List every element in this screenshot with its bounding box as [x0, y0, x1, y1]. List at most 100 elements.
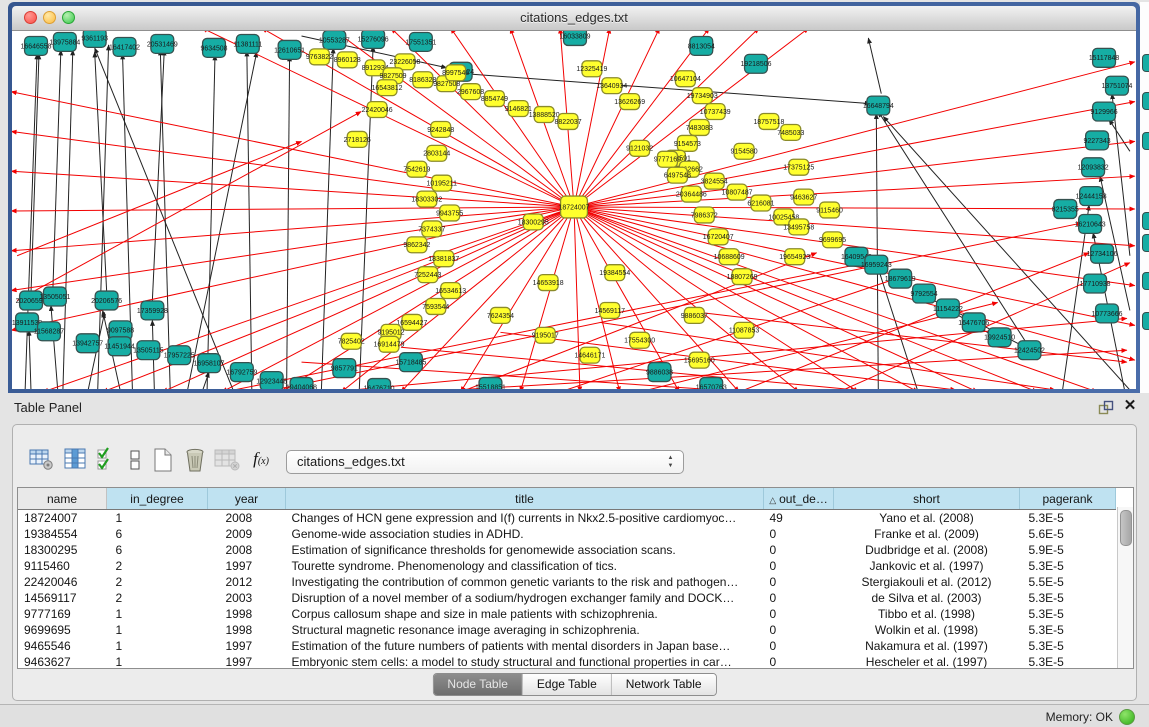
network-node[interactable]: 18807269	[727, 269, 758, 285]
table-cell[interactable]: 14569117	[18, 590, 107, 606]
network-node[interactable]	[1142, 212, 1149, 230]
network-node[interactable]	[1142, 54, 1149, 72]
table-cell[interactable]: 0	[764, 558, 834, 574]
network-node[interactable]: 8997546	[442, 65, 469, 81]
network-edge[interactable]	[63, 50, 73, 389]
table-cell[interactable]: Tibbo et al. (1998)	[834, 606, 1020, 622]
network-node[interactable]: 20206576	[91, 291, 122, 310]
table-cell[interactable]: de Silva et al. (2003)	[834, 590, 1020, 606]
table-cell[interactable]: 9463627	[18, 654, 107, 669]
network-node[interactable]: 17957225	[164, 346, 195, 365]
network-node[interactable]: 19924510	[984, 328, 1015, 347]
table-cell[interactable]: 0	[764, 606, 834, 622]
network-edge[interactable]	[287, 56, 290, 389]
network-node[interactable]: 9242848	[427, 121, 454, 137]
table-cell[interactable]: 2008	[208, 510, 286, 527]
table-cell[interactable]: 1997	[208, 558, 286, 574]
network-node[interactable]: 7624354	[487, 307, 514, 323]
network-node[interactable]: 15276096	[358, 31, 389, 48]
network-edge[interactable]	[574, 207, 580, 389]
table-cell[interactable]: 18724007	[18, 510, 107, 527]
network-edge[interactable]	[152, 50, 164, 301]
network-edge[interactable]	[12, 92, 574, 207]
network-node[interactable]: 9634508	[200, 38, 227, 57]
network-node[interactable]: 10688609	[714, 249, 745, 265]
network-edge[interactable]	[574, 141, 1135, 207]
network-node[interactable]: 9115460	[816, 202, 843, 218]
table-cell[interactable]: Investigating the contribution of common…	[286, 574, 764, 590]
table-cell[interactable]: Structural magnetic resonance image aver…	[286, 622, 764, 638]
network-edge[interactable]	[12, 207, 574, 211]
network-node[interactable]: 3824554	[701, 173, 728, 189]
table-cell[interactable]: 2012	[208, 574, 286, 590]
network-node[interactable]: 18724007	[559, 196, 590, 218]
network-edge[interactable]	[29, 330, 31, 389]
network-table-select[interactable]: citations_edges.txt ▲▼	[286, 450, 684, 474]
network-node[interactable]: 7374337	[418, 221, 445, 237]
table-cell[interactable]: 0	[764, 638, 834, 654]
table-cell[interactable]: 0	[764, 574, 834, 590]
table-cell[interactable]: 5.5E-5	[1020, 574, 1116, 590]
network-node[interactable]: 11451944	[104, 337, 135, 356]
network-node[interactable]: 13640934	[596, 78, 627, 94]
network-node[interactable]: 18757518	[753, 114, 784, 130]
table-cell[interactable]: Jankovic et al. (1997)	[834, 558, 1020, 574]
column-header-in_degree[interactable]: in_degree	[107, 488, 208, 510]
table-cell[interactable]: 49	[764, 510, 834, 527]
network-node[interactable]: 16210643	[1075, 214, 1106, 233]
network-node[interactable]: 20531469	[147, 34, 178, 53]
table-cell[interactable]: 5.3E-5	[1020, 590, 1116, 606]
column-header-year[interactable]: year	[208, 488, 286, 510]
table-cell[interactable]: 22420046	[18, 574, 107, 590]
network-edge[interactable]	[202, 372, 209, 389]
network-node[interactable]: 9699695	[819, 232, 846, 248]
network-node[interactable]: 16792759	[226, 363, 257, 382]
network-node[interactable]: 12734106	[1087, 244, 1118, 263]
delete-column-icon[interactable]	[181, 445, 209, 475]
network-node[interactable]: 19384554	[599, 265, 630, 281]
network-node[interactable]: 17359928	[137, 301, 168, 320]
network-node[interactable]: 9195017	[532, 327, 559, 343]
network-node[interactable]: 16476710	[364, 379, 395, 389]
network-node[interactable]: 22420046	[362, 102, 393, 118]
network-node[interactable]: 9227343	[1084, 131, 1111, 150]
network-node[interactable]: 13942757	[72, 334, 103, 353]
table-cell[interactable]: 6	[107, 542, 208, 558]
table-cell[interactable]: Tourette syndrome. Phenomenology and cla…	[286, 558, 764, 574]
table-cell[interactable]: Corpus callosum shape and size in male p…	[286, 606, 764, 622]
table-cell[interactable]: 1	[107, 622, 208, 638]
network-edge[interactable]	[466, 74, 871, 104]
tab-node-table[interactable]: Node Table	[433, 674, 523, 695]
network-node[interactable]	[1142, 132, 1149, 150]
show-column-icon[interactable]	[61, 445, 89, 475]
network-node[interactable]: 16959243	[861, 255, 892, 274]
network-node[interactable]: 18303302	[411, 191, 442, 207]
table-cell[interactable]: Embryonic stem cells: a model to study s…	[286, 654, 764, 669]
table-cell[interactable]: 0	[764, 590, 834, 606]
table-cell[interactable]: Franke et al. (2009)	[834, 526, 1020, 542]
network-node[interactable]: 18679619	[885, 269, 916, 288]
network-node[interactable]: 8854749	[481, 91, 508, 107]
network-node[interactable]: 13626269	[614, 94, 645, 110]
function-builder-icon[interactable]: f(x)	[247, 445, 275, 475]
table-cell[interactable]: Estimation of significance thresholds fo…	[286, 542, 764, 558]
network-edge[interactable]	[876, 114, 878, 389]
network-node[interactable]: 7593544	[422, 299, 449, 315]
network-graph-svg[interactable]: 1664655813975884936119316417402205314699…	[12, 31, 1136, 389]
network-node[interactable]: 7485033	[777, 124, 804, 140]
table-cell[interactable]: 9699695	[18, 622, 107, 638]
table-cell[interactable]: Estimation of the future numbers of pati…	[286, 638, 764, 654]
network-edge[interactable]	[520, 207, 574, 389]
row-height-icon[interactable]	[121, 445, 149, 475]
window-titlebar[interactable]: citations_edges.txt	[12, 6, 1136, 31]
table-cell[interactable]: 1	[107, 638, 208, 654]
network-node[interactable]: 13505115	[133, 341, 164, 360]
table-cell[interactable]: 2	[107, 574, 208, 590]
network-node[interactable]: 9763822	[306, 49, 333, 65]
network-node[interactable]: 13975884	[49, 32, 80, 51]
network-node[interactable]: 9886038	[646, 363, 673, 382]
network-node[interactable]: 9361193	[81, 31, 108, 47]
network-node[interactable]: 16648794	[863, 96, 894, 115]
table-cell[interactable]: Yano et al. (2008)	[834, 510, 1020, 527]
scrollbar-thumb[interactable]	[1120, 510, 1132, 546]
